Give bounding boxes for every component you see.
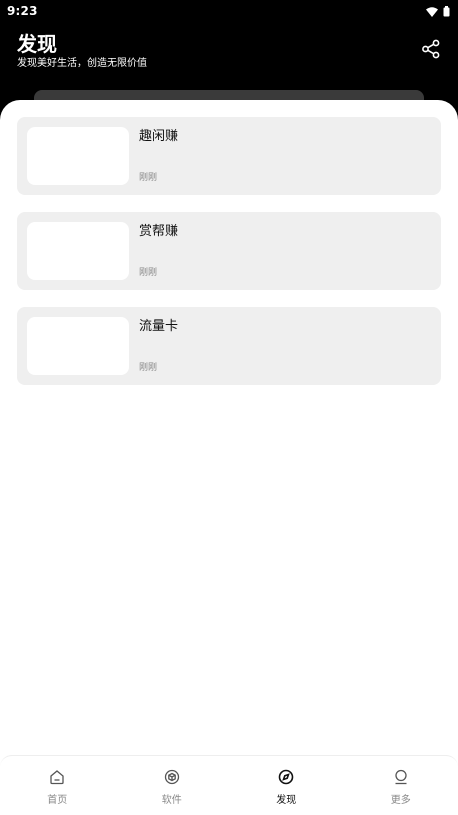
page-title: 发现	[17, 32, 57, 56]
battery-icon	[443, 2, 450, 21]
card-time: 刚刚	[139, 173, 158, 183]
status-time: 9:23	[7, 4, 38, 18]
card-time: 刚刚	[139, 268, 158, 278]
status-bar: 9:23	[0, 0, 458, 22]
compass-icon	[277, 768, 295, 786]
cube-icon	[163, 768, 181, 786]
card-thumbnail	[27, 222, 129, 280]
list-item[interactable]: 赏帮赚 刚刚	[17, 212, 441, 290]
nav-label: 更多	[390, 795, 411, 806]
nav-label: 首页	[47, 795, 68, 806]
share-icon	[422, 39, 440, 59]
card-title: 流量卡	[139, 319, 179, 334]
user-icon	[392, 768, 410, 786]
list-item[interactable]: 趣闲赚 刚刚	[17, 117, 441, 195]
card-title: 趣闲赚	[139, 129, 179, 144]
bottom-nav: 首页 软件 发现 更多	[0, 755, 458, 815]
status-icons	[426, 2, 450, 21]
page-subtitle: 发现美好生活，创造无限价值	[17, 58, 147, 69]
nav-item-discover[interactable]: 发现	[229, 756, 344, 815]
nav-label: 软件	[161, 795, 182, 806]
wifi-icon	[426, 2, 438, 21]
card-thumbnail	[27, 127, 129, 185]
card-list: 趣闲赚 刚刚 赏帮赚 刚刚 流量卡 刚刚	[17, 117, 441, 402]
nav-item-software[interactable]: 软件	[115, 756, 230, 815]
content-sheet: 趣闲赚 刚刚 赏帮赚 刚刚 流量卡 刚刚	[0, 100, 458, 815]
home-icon	[48, 768, 66, 786]
share-button[interactable]	[418, 36, 444, 62]
nav-label: 发现	[276, 795, 297, 806]
card-time: 刚刚	[139, 363, 158, 373]
list-item[interactable]: 流量卡 刚刚	[17, 307, 441, 385]
nav-item-home[interactable]: 首页	[0, 756, 115, 815]
card-title: 赏帮赚	[139, 224, 179, 239]
nav-item-more[interactable]: 更多	[344, 756, 458, 815]
card-thumbnail	[27, 317, 129, 375]
